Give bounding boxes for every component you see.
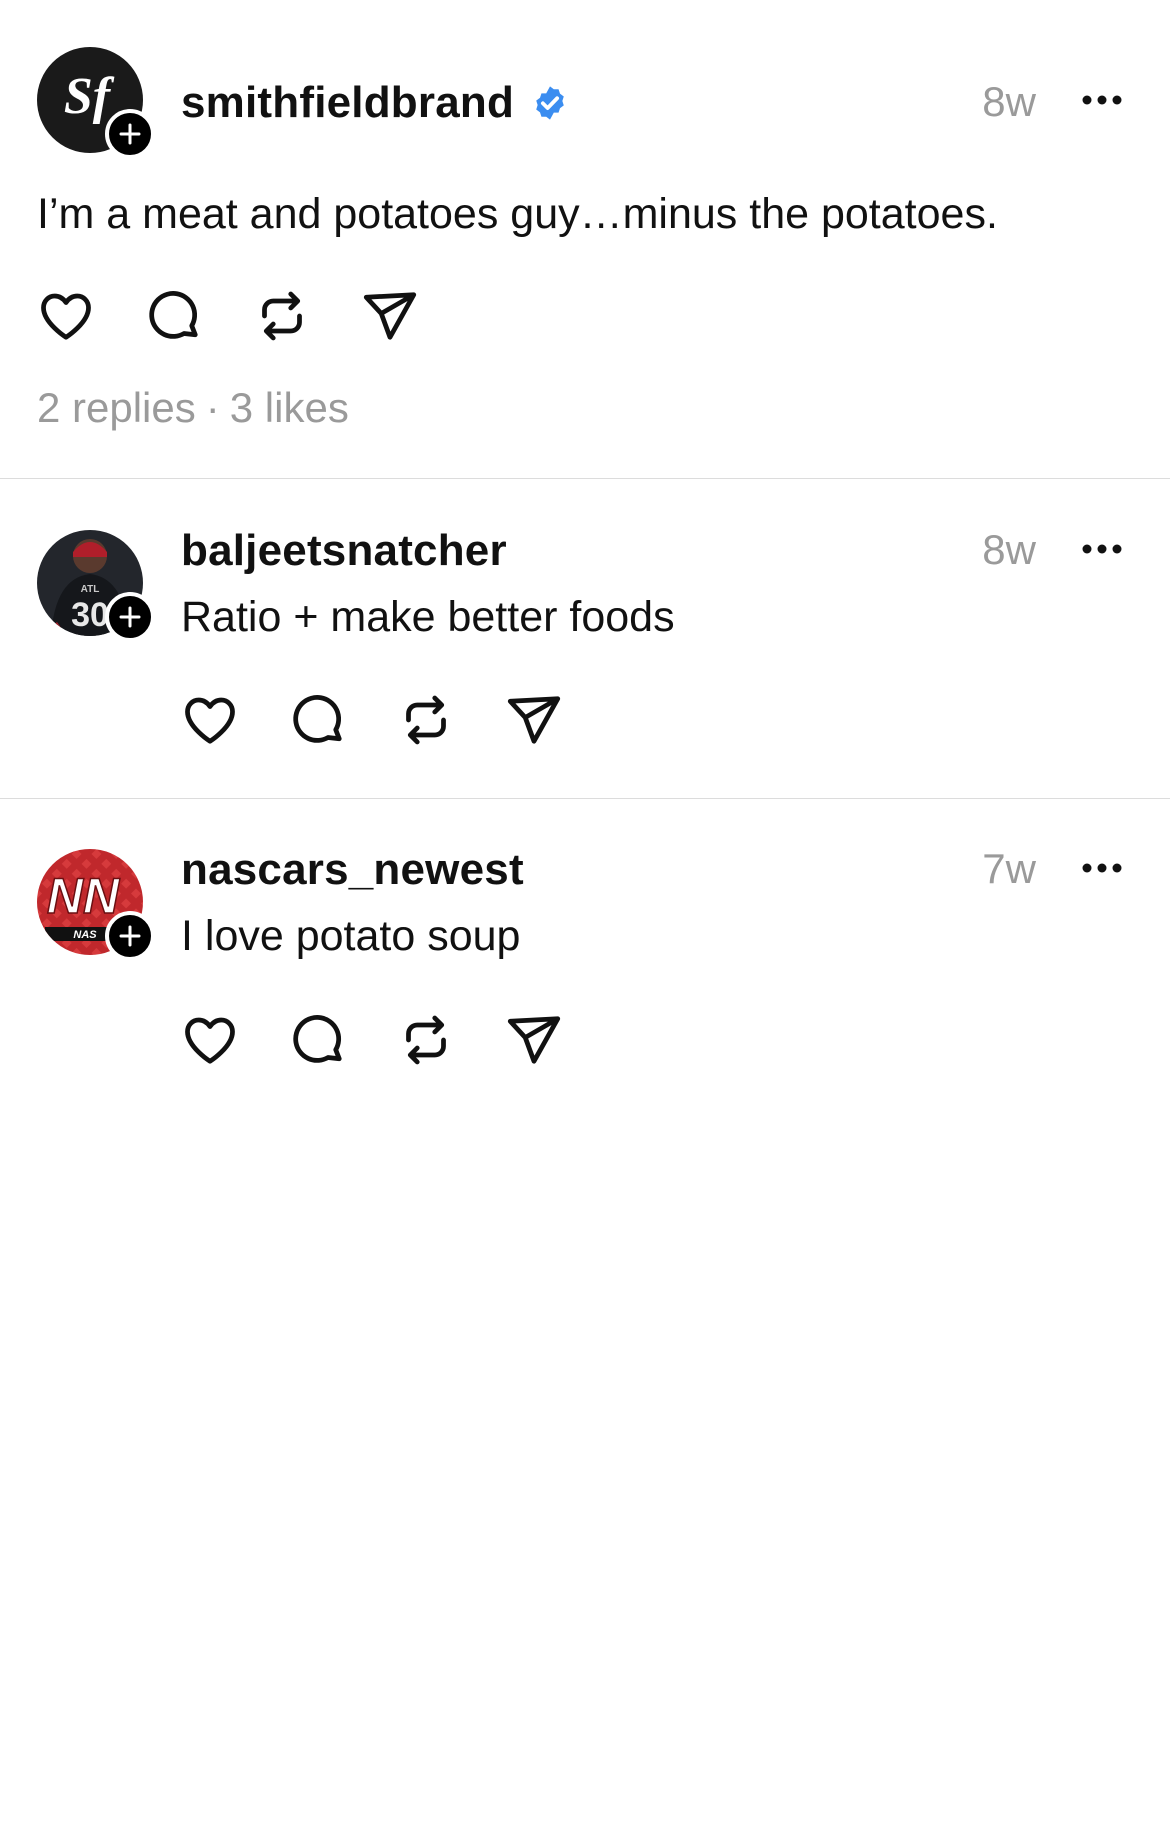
send-icon bbox=[507, 696, 561, 744]
follow-button[interactable] bbox=[105, 109, 155, 159]
stats-separator: · bbox=[205, 384, 220, 431]
post-stats: 2 replies · 3 likes bbox=[37, 384, 349, 432]
replies-count[interactable]: 2 replies bbox=[37, 384, 196, 431]
share-button[interactable] bbox=[502, 688, 566, 752]
post-text: I love potato soup bbox=[181, 912, 521, 960]
comment-bubble-icon bbox=[149, 291, 198, 339]
like-button[interactable] bbox=[178, 688, 242, 752]
avatar-logo-text: Sf bbox=[64, 68, 115, 125]
avatar-logo-text: NN bbox=[47, 868, 120, 924]
repost-button[interactable] bbox=[394, 1008, 458, 1072]
share-button[interactable] bbox=[358, 284, 422, 348]
avatar-jersey-text: 30 bbox=[71, 596, 109, 634]
avatar-subtext: NAS bbox=[73, 929, 97, 941]
reply-button[interactable] bbox=[286, 1008, 350, 1072]
like-button[interactable] bbox=[178, 1008, 242, 1072]
repost-button[interactable] bbox=[394, 688, 458, 752]
post-text: I’m a meat and potatoes guy…minus the po… bbox=[37, 190, 998, 238]
heart-icon bbox=[185, 697, 235, 744]
username[interactable]: baljeetsnatcher bbox=[181, 526, 507, 576]
action-bar bbox=[178, 688, 578, 752]
svg-text:ATL: ATL bbox=[81, 584, 100, 595]
avatar-wrap[interactable]: ATL 30 bbox=[37, 530, 155, 642]
repost-icon bbox=[262, 291, 302, 341]
more-dots-icon[interactable] bbox=[1080, 858, 1124, 878]
comment-bubble-icon bbox=[293, 1015, 342, 1063]
follow-button[interactable] bbox=[105, 911, 155, 961]
heart-icon bbox=[185, 1017, 235, 1064]
more-dots-icon[interactable] bbox=[1080, 539, 1124, 559]
comment-bubble-icon bbox=[293, 695, 342, 743]
post-text: Ratio + make better foods bbox=[181, 593, 675, 641]
divider bbox=[0, 478, 1170, 479]
repost-icon bbox=[406, 1015, 446, 1065]
plus-icon bbox=[119, 123, 141, 145]
timestamp: 8w bbox=[982, 78, 1036, 125]
heart-icon bbox=[41, 293, 91, 340]
send-icon bbox=[507, 1016, 561, 1064]
follow-button[interactable] bbox=[105, 592, 155, 642]
timestamp: 8w bbox=[982, 526, 1036, 573]
avatar-wrap[interactable]: Sf bbox=[37, 47, 155, 159]
avatar-wrap[interactable]: NN NAS bbox=[37, 849, 155, 961]
send-icon bbox=[363, 292, 417, 340]
username[interactable]: nascars_newest bbox=[181, 845, 524, 895]
action-bar bbox=[178, 1008, 578, 1072]
repost-button[interactable] bbox=[250, 284, 314, 348]
reply-button[interactable] bbox=[142, 284, 206, 348]
divider bbox=[0, 798, 1170, 799]
share-button[interactable] bbox=[502, 1008, 566, 1072]
repost-icon bbox=[406, 695, 446, 745]
verified-badge-icon bbox=[536, 86, 564, 120]
username[interactable]: smithfieldbrand bbox=[181, 78, 514, 128]
plus-icon bbox=[119, 606, 141, 628]
more-dots-icon[interactable] bbox=[1080, 90, 1124, 110]
action-bar bbox=[34, 284, 434, 348]
timestamp: 7w bbox=[982, 845, 1036, 892]
reply-button[interactable] bbox=[286, 688, 350, 752]
like-button[interactable] bbox=[34, 284, 98, 348]
plus-icon bbox=[119, 925, 141, 947]
likes-count[interactable]: 3 likes bbox=[230, 384, 349, 431]
